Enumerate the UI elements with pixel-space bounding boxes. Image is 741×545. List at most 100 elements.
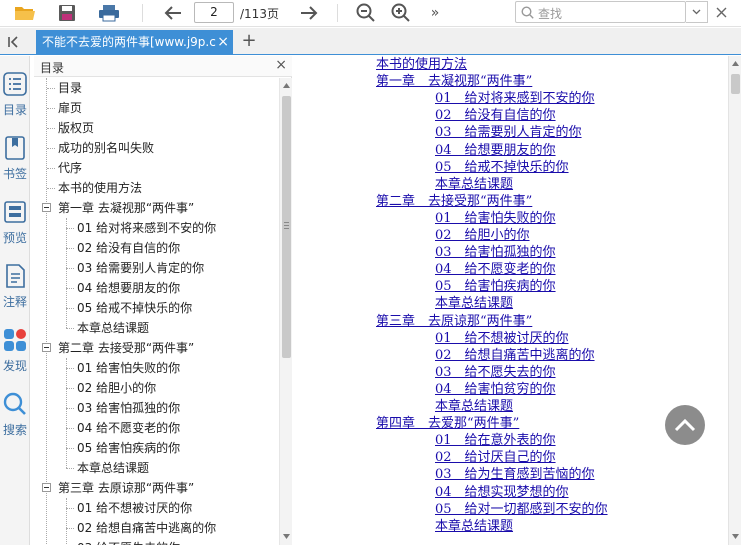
print-icon[interactable] bbox=[96, 2, 122, 24]
document-link[interactable]: 04 给想实现梦想的你 bbox=[435, 484, 569, 501]
open-folder-icon[interactable] bbox=[12, 2, 38, 24]
toc-item[interactable]: 目录 bbox=[58, 78, 82, 98]
toc-subitem[interactable]: 01 给对将来感到不安的你 bbox=[77, 218, 216, 238]
toc-subitem[interactable]: 02 给想自痛苦中逃离的你 bbox=[77, 518, 216, 538]
document-link[interactable]: 04 给害怕贫穷的你 bbox=[435, 381, 556, 398]
toc-item[interactable]: 成功的别名叫失败 bbox=[58, 138, 154, 158]
toc-collapse-toggle[interactable] bbox=[42, 483, 51, 492]
document-link[interactable]: 05 给戒不掉快乐的你 bbox=[435, 159, 569, 176]
rail-bookmarks[interactable]: 书签 bbox=[0, 136, 30, 182]
document-link[interactable]: 03 给不愿失去的你 bbox=[435, 364, 556, 381]
document-link[interactable]: 02 给没有自信的你 bbox=[435, 107, 556, 124]
scroll-up-icon[interactable] bbox=[732, 61, 739, 66]
document-scrollbar[interactable] bbox=[728, 56, 741, 545]
rail-toc[interactable]: 目录 bbox=[0, 72, 30, 118]
rail-search[interactable]: 搜索 bbox=[0, 392, 30, 438]
toc-subitem[interactable]: 03 给害怕孤独的你 bbox=[77, 398, 180, 418]
new-tab-button[interactable]: + bbox=[239, 30, 259, 54]
document-scroll-thumb[interactable] bbox=[731, 74, 740, 94]
search-options-dropdown[interactable] bbox=[686, 1, 708, 23]
toc-tree-line bbox=[66, 358, 67, 468]
toc-subitem[interactable]: 02 给没有自信的你 bbox=[77, 238, 180, 258]
toc-item[interactable]: 扉页 bbox=[58, 98, 82, 118]
toc-close-icon[interactable]: × bbox=[275, 57, 287, 73]
document-link[interactable]: 本章总结课题 bbox=[435, 295, 513, 312]
collapse-sidebar-icon[interactable] bbox=[0, 28, 30, 55]
toc-subitem[interactable]: 04 给想要朋友的你 bbox=[77, 278, 180, 298]
document-link[interactable]: 03 给为生育感到苦恼的你 bbox=[435, 466, 595, 483]
toc-collapse-toggle[interactable] bbox=[42, 203, 51, 212]
rail-search-label: 搜索 bbox=[2, 423, 27, 437]
toc-branch-line bbox=[66, 428, 74, 429]
rail-discover[interactable]: 发现 bbox=[0, 328, 30, 374]
apps-icon bbox=[4, 329, 26, 351]
document-link[interactable]: 01 给在意外表的你 bbox=[435, 432, 556, 449]
more-tools-icon[interactable]: » bbox=[422, 2, 448, 24]
toc-subitem[interactable]: 本章总结课题 bbox=[77, 318, 149, 338]
search-input[interactable]: 查找 bbox=[515, 1, 686, 23]
scroll-up-icon[interactable] bbox=[283, 83, 290, 88]
toc-subitem[interactable]: 03 给需要别人肯定的你 bbox=[77, 258, 204, 278]
toc-subitem[interactable]: 04 给不愿变老的你 bbox=[77, 418, 180, 438]
toc-item[interactable]: 第二章 去接受那“两件事” bbox=[58, 338, 194, 358]
toc-branch-line bbox=[66, 248, 74, 249]
page-number-input[interactable]: 2 bbox=[194, 2, 234, 23]
rail-bookmarks-label: 书签 bbox=[2, 167, 27, 181]
document-link[interactable]: 第二章 去接受那“两件事” bbox=[376, 193, 532, 210]
toc-collapse-toggle[interactable] bbox=[42, 343, 51, 352]
tab-document[interactable]: 不能不去爱的两件事[www.j9p.c × bbox=[36, 30, 233, 55]
document-link[interactable]: 01 给对将来感到不安的你 bbox=[435, 90, 595, 107]
toolbar: 2 /113页 » 查找 bbox=[0, 0, 741, 27]
document-link[interactable]: 本章总结课题 bbox=[435, 398, 513, 415]
document-link[interactable]: 01 给害怕失败的你 bbox=[435, 210, 556, 227]
document-link[interactable]: 02 给讨厌自己的你 bbox=[435, 449, 556, 466]
toc-subitem[interactable]: 05 给害怕疾病的你 bbox=[77, 438, 180, 458]
scroll-down-icon[interactable] bbox=[283, 534, 290, 539]
toc-item[interactable]: 代序 bbox=[58, 158, 82, 178]
toc-scroll-thumb[interactable] bbox=[282, 96, 291, 358]
toc-item[interactable]: 第三章 去原谅那“两件事” bbox=[58, 478, 194, 498]
toc-subitem[interactable]: 01 给不想被讨厌的你 bbox=[77, 498, 192, 518]
document-link[interactable]: 第四章 去爱那“两件事” bbox=[376, 415, 519, 432]
rail-notes[interactable]: 注释 bbox=[0, 264, 30, 310]
toc-subitem[interactable]: 02 给胆小的你 bbox=[77, 378, 156, 398]
toc-item[interactable]: 第一章 去凝视那“两件事” bbox=[58, 198, 194, 218]
back-to-top-button[interactable] bbox=[665, 405, 705, 445]
toc-branch-line bbox=[66, 528, 74, 529]
document-link[interactable]: 02 给胆小的你 bbox=[435, 227, 530, 244]
document-link[interactable]: 本章总结课题 bbox=[435, 176, 513, 193]
list-icon bbox=[3, 72, 27, 96]
zoom-out-icon[interactable] bbox=[353, 2, 379, 24]
document-link[interactable]: 04 给想要朋友的你 bbox=[435, 142, 556, 159]
toc-branch-line bbox=[47, 148, 55, 149]
toc-subitem[interactable]: 05 给戒不掉快乐的你 bbox=[77, 298, 192, 318]
document-link[interactable]: 第三章 去原谅那“两件事” bbox=[376, 313, 532, 330]
save-icon[interactable] bbox=[54, 2, 80, 24]
previous-page-icon[interactable] bbox=[160, 2, 186, 24]
toc-scrollbar[interactable] bbox=[279, 78, 292, 545]
document-link[interactable]: 02 给想自痛苦中逃离的你 bbox=[435, 347, 595, 364]
document-link[interactable]: 04 给不愿变老的你 bbox=[435, 261, 556, 278]
next-page-icon[interactable] bbox=[296, 2, 322, 24]
tab-close-icon[interactable]: × bbox=[217, 30, 229, 55]
toc-branch-line bbox=[47, 88, 55, 89]
toc-item[interactable]: 版权页 bbox=[58, 118, 94, 138]
zoom-in-icon[interactable] bbox=[388, 2, 414, 24]
toc-subitem[interactable]: 01 给害怕失败的你 bbox=[77, 358, 180, 378]
rail-preview[interactable]: 预览 bbox=[0, 200, 30, 246]
document-link[interactable]: 05 给害怕疾病的你 bbox=[435, 278, 556, 295]
chevron-down-icon bbox=[692, 9, 701, 15]
document-link[interactable]: 05 给对一切都感到不安的你 bbox=[435, 501, 608, 518]
close-icon[interactable] bbox=[710, 2, 732, 23]
toc-subitem[interactable]: 03 给不愿失去的你 bbox=[77, 538, 180, 545]
document-link[interactable]: 本章总结课题 bbox=[435, 518, 513, 535]
document-link[interactable]: 01 给不想被讨厌的你 bbox=[435, 330, 569, 347]
document-link[interactable]: 本书的使用方法 bbox=[376, 56, 467, 73]
toc-item[interactable]: 本书的使用方法 bbox=[58, 178, 142, 198]
toc-subitem[interactable]: 本章总结课题 bbox=[77, 458, 149, 478]
document-link[interactable]: 03 给需要别人肯定的你 bbox=[435, 124, 582, 141]
document-link[interactable]: 03 给害怕孤独的你 bbox=[435, 244, 556, 261]
toc-list: 目录 扉页 版权页 成功的别名叫失败 代序 本书的使用方法 第一章 去凝视那“两件事” 01 … bbox=[34, 78, 279, 545]
document-link[interactable]: 第一章 去凝视那“两件事” bbox=[376, 73, 532, 90]
scroll-down-icon[interactable] bbox=[732, 534, 739, 539]
